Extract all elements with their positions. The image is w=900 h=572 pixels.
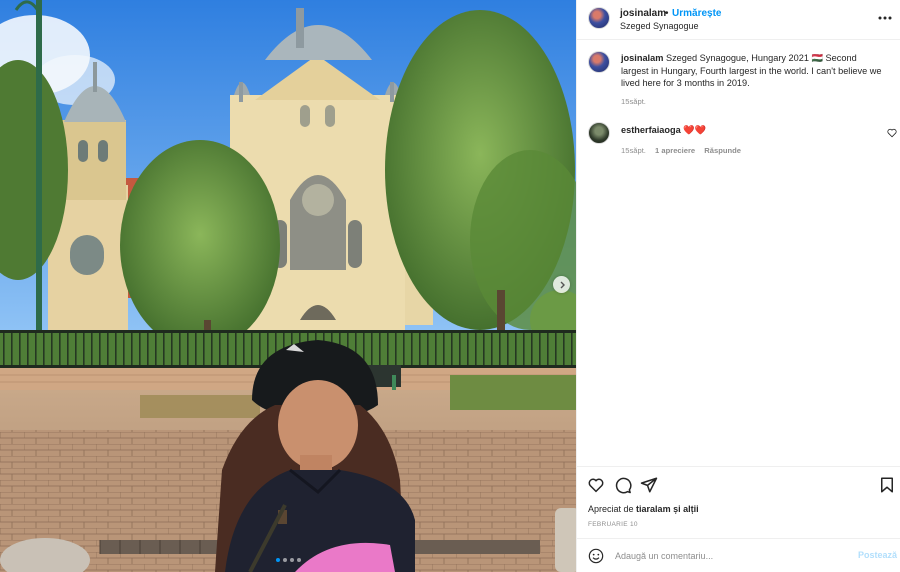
post-side-panel: josinalam • Urmărește Szeged Synagogue j… [576, 0, 900, 572]
comment-bubble-icon[interactable] [614, 476, 632, 494]
post-photo[interactable] [0, 0, 576, 572]
post-date[interactable]: FEBRUARIE 10 [588, 521, 638, 528]
location-link[interactable]: Szeged Synagogue [620, 21, 699, 31]
next-photo-button[interactable] [553, 276, 570, 293]
comment-meta: 15săpt. 1 apreciere Răspunde [621, 146, 748, 155]
emoji-icon[interactable] [588, 548, 604, 564]
reply-button[interactable]: Răspunde [704, 146, 741, 155]
likes-prefix: Apreciat de [588, 504, 634, 514]
carousel-dot [276, 558, 280, 562]
follow-button[interactable]: Urmărește [672, 8, 721, 19]
post-comment-button[interactable]: Postează [858, 550, 897, 560]
bookmark-icon[interactable] [878, 476, 896, 494]
avatar[interactable] [588, 7, 610, 29]
comment-text: estherfaiaoga ❤️❤️ [621, 124, 883, 137]
avatar[interactable] [588, 51, 610, 73]
comment-heart-icon[interactable] [887, 128, 897, 138]
instagram-post-view: josinalam • Urmărește Szeged Synagogue j… [0, 0, 900, 572]
likes-summary: Apreciat de tiaralam și alții [588, 504, 699, 514]
likes-user[interactable]: tiaralam [636, 504, 671, 514]
caption-username[interactable]: josinalam [621, 53, 663, 63]
post-header: josinalam • Urmărește Szeged Synagogue [577, 0, 900, 40]
comment-username[interactable]: estherfaiaoga [621, 125, 681, 135]
carousel-dot [297, 558, 301, 562]
likes-others[interactable]: și alții [673, 504, 699, 514]
heart-outline-icon[interactable] [587, 476, 605, 494]
avatar[interactable] [588, 122, 610, 144]
carousel-dot [290, 558, 294, 562]
separator-dot: • [665, 8, 669, 19]
caption-time[interactable]: 15săpt. [621, 97, 646, 106]
add-comment-bar: Postează [577, 538, 900, 572]
caption-text: josinalam Szeged Synagogue, Hungary 2021… [621, 52, 883, 90]
comment-input[interactable] [615, 548, 845, 564]
paper-plane-icon[interactable] [640, 476, 658, 494]
chevron-right-icon [560, 281, 565, 288]
author-username[interactable]: josinalam [620, 8, 666, 19]
caption-meta: 15săpt. [621, 97, 653, 106]
synagogue-selfie-image [0, 0, 576, 572]
more-horizontal-icon[interactable] [877, 12, 893, 24]
carousel-indicator [276, 558, 301, 562]
comment-body: ❤️❤️ [683, 125, 707, 135]
comment-likes-count[interactable]: 1 apreciere [655, 146, 695, 155]
carousel-dot [283, 558, 287, 562]
comment-time[interactable]: 15săpt. [621, 146, 646, 155]
